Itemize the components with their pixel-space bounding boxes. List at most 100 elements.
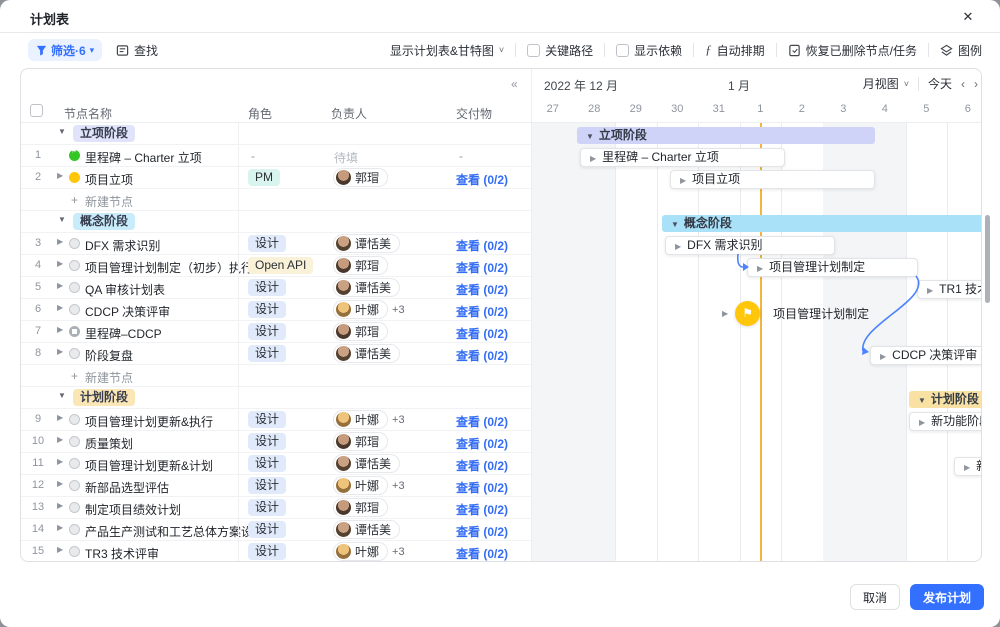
table-row[interactable]: 10▶质量策划设计郭瑁查看 (0/2) [21,431,531,453]
deliverable-view-link[interactable]: 查看 (0/2) [456,413,508,430]
deliverable-view-link[interactable]: 查看 (0/2) [456,545,508,562]
gantt-task-bar[interactable]: ▶DFX 需求识别 [665,236,835,255]
deliverable-view-link[interactable]: 查看 (0/2) [456,259,508,276]
close-icon[interactable]: ✕ [958,7,978,27]
owner-pill[interactable]: 郭瑁 [333,322,388,341]
owner-pill[interactable]: 谭恬美 [333,278,400,297]
view-select[interactable]: 显示计划表&甘特图 ˅ [390,42,504,59]
gantt-stage-bar[interactable]: ▼计划阶段 [909,391,982,408]
table-row[interactable]: 8▶阶段复盘设计谭恬美查看 (0/2) [21,343,531,365]
add-node-row[interactable]: +新建节点 [21,189,531,211]
view-mode-select[interactable]: 月视图 ˅ [863,75,909,92]
owner-pill[interactable]: 郭瑁 [333,168,388,187]
table-row[interactable]: 9▶项目管理计划更新&执行设计叶娜+3查看 (0/2) [21,409,531,431]
owner-pill[interactable]: 谭恬美 [333,520,400,539]
chevron-right-icon[interactable]: ▶ [57,171,63,180]
chevron-right-icon[interactable]: ▶ [57,325,63,334]
owner-pill[interactable]: 叶娜 [333,300,388,319]
chevron-right-icon[interactable]: ▶ [57,457,63,466]
owner-pill[interactable]: 叶娜 [333,542,388,561]
owner-pill[interactable]: 谭恬美 [333,234,400,253]
table-row[interactable]: 1里程碑 – Charter 立项-待填- [21,145,531,167]
chevron-right-icon[interactable]: ▶ [57,413,63,422]
table-row[interactable]: 15▶TR3 技术评审设计叶娜+3查看 (0/2) [21,541,531,562]
critical-path-toggle[interactable]: 关键路径 [527,42,593,59]
chevron-down-icon[interactable]: ▼ [58,127,66,136]
owner-pill[interactable]: 郭瑁 [333,432,388,451]
deliverable-view-link[interactable]: 查看 (0/2) [456,457,508,474]
show-dependency-toggle[interactable]: 显示依赖 [616,42,682,59]
today-button[interactable]: 今天 [928,75,952,92]
deliverable-view-link[interactable]: 查看 (0/2) [456,171,508,188]
table-row[interactable]: 2▶项目立项PM郭瑁查看 (0/2) [21,167,531,189]
table-row[interactable]: 11▶项目管理计划更新&计划设计谭恬美查看 (0/2) [21,453,531,475]
gantt-task-bar[interactable]: ▶项目管理计划制定 [747,258,918,277]
deliverable-view-link[interactable]: 查看 (0/2) [456,303,508,320]
vertical-scrollbar[interactable] [985,215,990,303]
table-row[interactable]: 5▶QA 审核计划表设计谭恬美查看 (0/2) [21,277,531,299]
deliverable-view-link[interactable]: 查看 (0/2) [456,325,508,342]
chevron-down-icon[interactable]: ▼ [58,215,66,224]
add-node-row[interactable]: +新建节点 [21,365,531,387]
owner-pill[interactable]: 谭恬美 [333,344,400,363]
chevron-right-icon: ▶ [675,242,681,251]
gantt-task-bar[interactable]: ▶新功能 [954,457,982,476]
legend-button[interactable]: 图例 [940,42,982,59]
table-group-row[interactable]: ▼计划阶段 [21,387,531,409]
table-row[interactable]: 4▶项目管理计划制定（初步）执行Open API郭瑁查看 (0/2) [21,255,531,277]
chevron-right-icon[interactable]: ▶ [57,545,63,554]
owner-pending-label: 待填 [334,149,358,166]
chevron-down-icon[interactable]: ▼ [58,391,66,400]
owner-name: 叶娜 [355,301,379,318]
auto-schedule-button[interactable]: ƒ 自动排期 [705,42,765,59]
gantt-stage-bar[interactable]: ▼概念阶段 [662,215,982,232]
table-row[interactable]: 7▶里程碑–CDCP设计郭瑁查看 (0/2) [21,321,531,343]
deliverable-view-link[interactable]: 查看 (0/2) [456,281,508,298]
chevron-right-icon[interactable]: ▶ [57,237,63,246]
collapse-table-icon[interactable]: « [511,77,518,91]
owner-pill[interactable]: 叶娜 [333,476,388,495]
owner-pill[interactable]: 谭恬美 [333,454,400,473]
gantt-task-bar[interactable]: ▶里程碑 – Charter 立项 [580,148,785,167]
publish-button[interactable]: 发布计划 [910,584,984,610]
chevron-right-icon[interactable]: ▶ [57,435,63,444]
restore-deleted-button[interactable]: 恢复已删除节点/任务 [788,42,917,59]
filter-button[interactable]: 筛选·6 ▾ [28,39,102,61]
chevron-right-icon[interactable]: ▶ [57,523,63,532]
gantt-task-bar[interactable]: ▶CDCP 决策评审 [870,346,982,365]
table-group-row[interactable]: ▼立项阶段 [21,123,531,145]
deliverable-view-link[interactable]: 查看 (0/2) [456,237,508,254]
table-group-row[interactable]: ▼概念阶段 [21,211,531,233]
deliverable-view-link[interactable]: 查看 (0/2) [456,501,508,518]
show-dependency-checkbox[interactable] [616,44,629,57]
next-period-icon[interactable]: › [974,77,978,91]
prev-period-icon[interactable]: ‹ [961,77,965,91]
gantt-task-bar[interactable]: ▶项目立项 [670,170,875,189]
find-button[interactable]: 查找 [116,39,158,61]
select-all-checkbox[interactable] [30,104,43,117]
table-row[interactable]: 3▶DFX 需求识别设计谭恬美查看 (0/2) [21,233,531,255]
chevron-right-icon[interactable]: ▶ [57,281,63,290]
deliverable-view-link[interactable]: 查看 (0/2) [456,479,508,496]
table-row[interactable]: 6▶CDCP 决策评审设计叶娜+3查看 (0/2) [21,299,531,321]
deliverable-view-link[interactable]: 查看 (0/2) [456,523,508,540]
cancel-button[interactable]: 取消 [850,584,900,610]
owner-pill[interactable]: 郭瑁 [333,256,388,275]
gantt-stage-bar[interactable]: ▼立项阶段 [577,127,875,144]
deliverable-view-link[interactable]: 查看 (0/2) [456,347,508,364]
chevron-right-icon[interactable]: ▶ [57,501,63,510]
gantt-task-bar[interactable]: ▶新功能阶段推广 [909,412,982,431]
chevron-right-icon[interactable]: ▶ [57,259,63,268]
deliverable-view-link[interactable]: 查看 (0/2) [456,435,508,452]
critical-path-checkbox[interactable] [527,44,540,57]
table-row[interactable]: 12▶新部品选型评估设计叶娜+3查看 (0/2) [21,475,531,497]
chevron-right-icon[interactable]: ▶ [57,479,63,488]
owner-pill[interactable]: 叶娜 [333,410,388,429]
gantt-task-bar[interactable]: ▶TR1 技术评审 [917,280,982,299]
table-row[interactable]: 14▶产品生产测试和工艺总体方案设计设计谭恬美查看 (0/2) [21,519,531,541]
gantt-milestone-flag[interactable]: ▶⚑项目管理计划制定 [722,301,869,326]
table-row[interactable]: 13▶制定项目绩效计划设计郭瑁查看 (0/2) [21,497,531,519]
owner-pill[interactable]: 郭瑁 [333,498,388,517]
chevron-right-icon[interactable]: ▶ [57,347,63,356]
chevron-right-icon[interactable]: ▶ [57,303,63,312]
